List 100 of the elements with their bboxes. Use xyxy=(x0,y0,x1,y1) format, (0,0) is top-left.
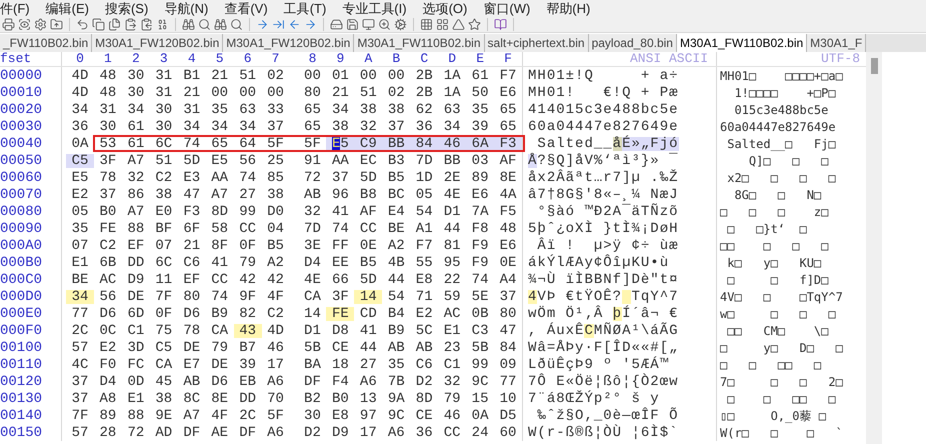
save-icon[interactable] xyxy=(346,18,359,31)
hex-byte[interactable]: 0A xyxy=(466,408,494,422)
hex-byte[interactable]: 31 xyxy=(150,68,178,82)
hex-byte[interactable]: 4F xyxy=(262,290,290,304)
hex-byte[interactable]: E3 xyxy=(178,170,206,184)
menu-item[interactable]: 选项(O) xyxy=(422,2,468,15)
hex-byte[interactable]: 5D xyxy=(178,154,206,168)
hex-byte[interactable]: 1A xyxy=(438,86,466,100)
hex-byte[interactable]: 07 xyxy=(150,238,178,252)
hex-byte[interactable]: B5 xyxy=(262,238,290,252)
hex-byte[interactable]: 27 xyxy=(354,358,382,372)
hex-byte[interactable]: 32 xyxy=(354,120,382,134)
hex-byte[interactable]: F9 xyxy=(466,256,494,270)
hex-byte[interactable]: D2 xyxy=(410,374,438,388)
hex-byte[interactable]: 41 xyxy=(326,204,354,218)
hex-byte[interactable]: 41 xyxy=(354,324,382,338)
hex-byte[interactable]: 48 xyxy=(94,68,122,82)
hex-byte[interactable]: AB xyxy=(410,340,438,354)
hex-byte[interactable]: 4E xyxy=(438,188,466,202)
hex-byte[interactable]: 22 xyxy=(438,272,466,286)
hex-byte[interactable]: AD xyxy=(150,426,178,440)
hex-byte[interactable]: 6F xyxy=(178,222,206,236)
file-tab[interactable]: M30A1_FW110B02.bin xyxy=(354,34,485,52)
hex-byte[interactable]: 5F xyxy=(262,408,290,422)
printer-icon[interactable] xyxy=(2,18,15,31)
hex-byte[interactable]: 34 xyxy=(438,120,466,134)
hex-byte[interactable]: AF xyxy=(494,154,522,168)
file-tab[interactable]: payload_80.bin xyxy=(588,34,677,52)
hex-byte[interactable]: BB xyxy=(438,154,466,168)
hex-byte[interactable]: 89 xyxy=(94,408,122,422)
hex-byte[interactable]: E0 xyxy=(150,204,178,218)
hex-byte[interactable]: 14 xyxy=(354,290,382,304)
hex-byte[interactable]: E2 xyxy=(66,188,94,202)
hex-byte[interactable]: 5D xyxy=(354,272,382,286)
hex-byte[interactable]: 60 xyxy=(494,426,522,440)
hex-byte[interactable]: 57 xyxy=(66,340,94,354)
hex-byte[interactable]: EF xyxy=(122,238,150,252)
hex-byte[interactable]: 33 xyxy=(262,102,290,116)
hex-byte[interactable]: FC xyxy=(122,358,150,372)
hex-byte[interactable]: 7B xyxy=(382,374,410,388)
hex-byte[interactable]: 7D xyxy=(298,222,326,236)
hex-byte[interactable]: C5 xyxy=(150,340,178,354)
hex-byte[interactable]: 80 xyxy=(178,290,206,304)
hex-byte[interactable]: 44 xyxy=(438,222,466,236)
hex-byte[interactable]: 97 xyxy=(354,408,382,422)
hex-byte[interactable]: 38 xyxy=(382,102,410,116)
hex-byte[interactable]: 3E xyxy=(298,238,326,252)
hex-byte[interactable]: BE xyxy=(66,272,94,286)
hex-byte[interactable]: 14 xyxy=(298,306,326,320)
arrow-left-icon[interactable] xyxy=(288,18,301,31)
hex-byte[interactable]: 5D xyxy=(354,170,382,184)
hex-byte[interactable]: A7 xyxy=(206,188,234,202)
hex-byte[interactable]: B8 xyxy=(354,188,382,202)
clipboard-icon[interactable] xyxy=(140,18,153,31)
hex-byte[interactable]: 32 xyxy=(298,204,326,218)
hex-byte[interactable]: 9A xyxy=(382,392,410,406)
hex-byte[interactable]: F7 xyxy=(494,68,522,82)
hex-byte[interactable]: EC xyxy=(354,154,382,168)
hex-byte[interactable]: 34 xyxy=(178,120,206,134)
hex-byte[interactable]: 99 xyxy=(466,358,494,372)
hex-byte[interactable]: 2C xyxy=(234,408,262,422)
hex-byte[interactable]: C1 xyxy=(122,324,150,338)
hex-byte[interactable]: 47 xyxy=(494,324,522,338)
hex-byte[interactable]: 47 xyxy=(178,188,206,202)
hex-byte[interactable]: B3 xyxy=(382,154,410,168)
hex-byte[interactable]: 7D xyxy=(410,154,438,168)
hex-byte[interactable]: 8F xyxy=(206,238,234,252)
hex-byte[interactable]: 4E xyxy=(298,272,326,286)
menu-item[interactable]: 查看(V) xyxy=(224,2,268,15)
hex-byte[interactable]: 6C xyxy=(150,136,178,150)
hex-byte[interactable]: CA xyxy=(206,324,234,338)
hex-byte[interactable]: 38 xyxy=(150,392,178,406)
hex-byte[interactable]: 63 xyxy=(438,102,466,116)
hex-byte[interactable]: D9 xyxy=(326,426,354,440)
hex-byte[interactable]: CC xyxy=(438,426,466,440)
hex-byte[interactable]: 37 xyxy=(494,290,522,304)
hex-byte[interactable]: 36 xyxy=(410,426,438,440)
hex-byte[interactable]: 8C xyxy=(178,392,206,406)
hex-byte[interactable]: 7F xyxy=(150,290,178,304)
hex-byte[interactable]: 78 xyxy=(178,324,206,338)
hex-byte[interactable]: E1 xyxy=(66,256,94,270)
hex-byte[interactable]: 74 xyxy=(326,222,354,236)
hex-byte[interactable]: 10 xyxy=(494,392,522,406)
hex-byte[interactable]: 7F xyxy=(66,408,94,422)
search-icon[interactable] xyxy=(230,18,243,31)
hex-byte[interactable]: C2 xyxy=(150,170,178,184)
hex-byte[interactable]: 62 xyxy=(410,102,438,116)
hex-byte[interactable]: 11 xyxy=(150,272,178,286)
hex-byte[interactable]: D6 xyxy=(94,306,122,320)
hex-byte[interactable]: 05 xyxy=(410,188,438,202)
hex-byte[interactable]: 32 xyxy=(122,170,150,184)
hex-byte[interactable]: BF xyxy=(150,222,178,236)
binoculars-icon[interactable] xyxy=(214,18,227,31)
hex-byte[interactable]: BB xyxy=(382,136,410,150)
hex-byte[interactable]: 9E xyxy=(150,408,178,422)
hex-byte[interactable]: CC xyxy=(234,222,262,236)
hex-byte[interactable]: B0 xyxy=(326,392,354,406)
hex-byte[interactable]: 50 xyxy=(466,86,494,100)
hex-byte[interactable]: 3F xyxy=(326,290,354,304)
hex-byte[interactable]: B5 xyxy=(354,256,382,270)
